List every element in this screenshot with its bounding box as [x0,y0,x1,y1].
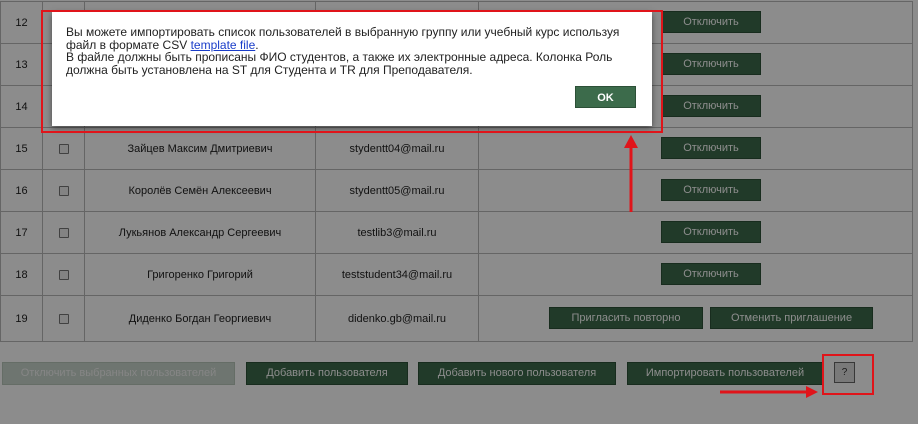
arrow-up [624,135,638,212]
annotation-arrows [624,135,818,398]
arrow-right [720,386,818,398]
